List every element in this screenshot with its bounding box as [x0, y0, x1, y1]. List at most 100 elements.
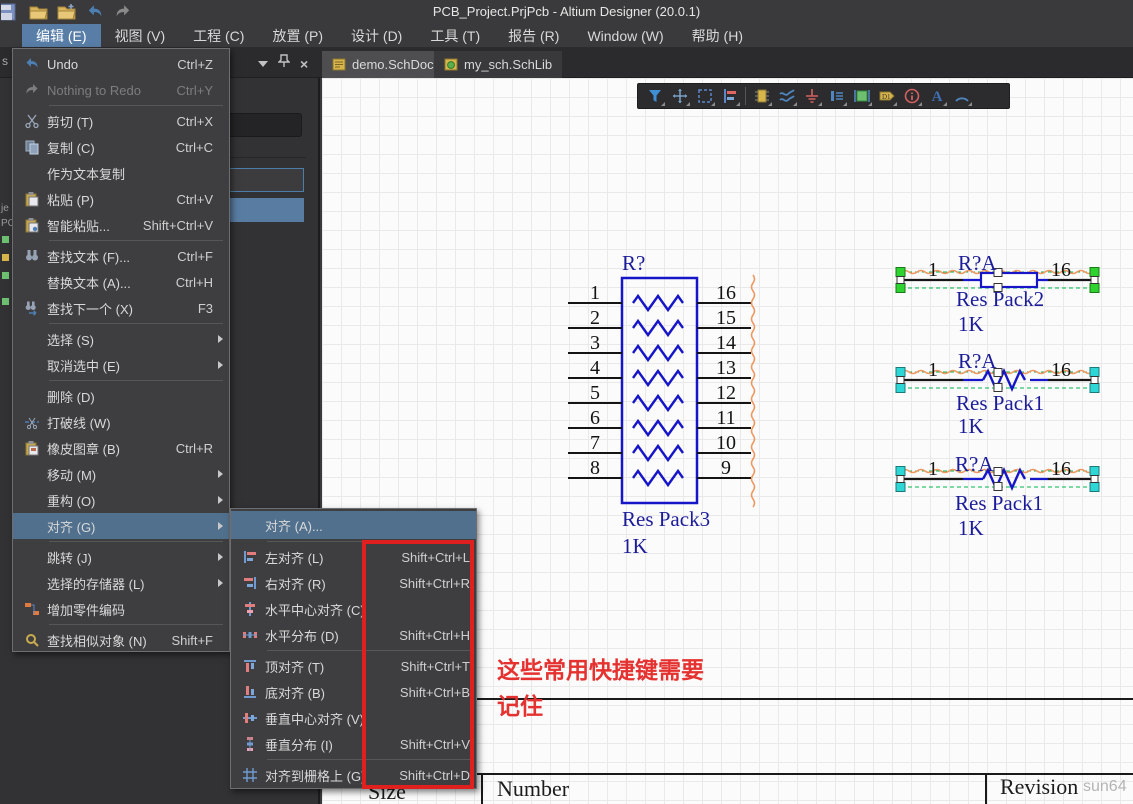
menu-item-move[interactable]: 移动 (M) — [13, 461, 229, 487]
component-designator[interactable]: R?A — [955, 452, 994, 477]
menu-separator — [49, 323, 223, 324]
tab-label: demo.SchDoc * — [352, 57, 443, 72]
menu-item-replace-text[interactable]: 替换文本 (A)... Ctrl+H — [13, 269, 229, 295]
filter-icon[interactable] — [642, 84, 667, 108]
menu-item-redo[interactable]: Nothing to Redo Ctrl+Y — [13, 77, 229, 103]
menubar-view[interactable]: 视图 (V) — [101, 24, 180, 47]
menubar-help[interactable]: 帮助 (H) — [678, 24, 757, 47]
window-title: PCB_Project.PrjPcb - Altium Designer (20… — [432, 4, 701, 19]
menu-item-select[interactable]: 选择 (S) — [13, 326, 229, 352]
panel-edge-fragment: je — [1, 203, 9, 214]
panel-menu-icon[interactable] — [258, 60, 268, 67]
menu-item-refactor[interactable]: 重构 (O) — [13, 487, 229, 513]
menu-item-copy-as-text[interactable]: 作为文本复制 — [13, 160, 229, 186]
panel-close-icon[interactable]: × — [300, 57, 308, 71]
menu-item-increment-part-number[interactable]: 增加零件编码 — [13, 596, 229, 622]
place-power-port-icon[interactable] — [799, 84, 824, 108]
place-text-icon[interactable]: A — [924, 84, 949, 108]
align-top-icon — [235, 658, 265, 674]
paste-icon — [17, 191, 47, 207]
menu-separator — [49, 380, 223, 381]
component-comment[interactable]: Res Pack1 — [956, 391, 1044, 416]
respack3-resistors — [632, 293, 684, 488]
menu-item-break-wire[interactable]: 打破线 (W) — [13, 409, 229, 435]
menu-item-undo[interactable]: Undo Ctrl+Z — [13, 51, 229, 77]
svg-text:8: 8 — [590, 457, 600, 479]
document-icon — [2, 298, 9, 305]
component-value[interactable]: 1K — [958, 516, 984, 541]
svg-text:10: 10 — [716, 432, 736, 454]
svg-text:A: A — [931, 89, 942, 105]
svg-text:D1: D1 — [882, 93, 891, 101]
place-part-icon[interactable] — [749, 84, 774, 108]
menu-item-find-next[interactable]: 查找下一个 (X) F3 — [13, 295, 229, 321]
panel-pin-icon[interactable] — [277, 54, 291, 73]
place-no-erc-icon[interactable] — [899, 84, 924, 108]
align-left-icon — [235, 549, 265, 565]
place-arc-icon[interactable] — [949, 84, 974, 108]
place-part-body-icon[interactable] — [849, 84, 874, 108]
place-wire-icon[interactable] — [774, 84, 799, 108]
component-value[interactable]: 1K — [958, 312, 984, 337]
menu-item-cut[interactable]: 剪切 (T) Ctrl+X — [13, 108, 229, 134]
component-designator[interactable]: R?A — [958, 349, 997, 374]
menubar-place[interactable]: 放置 (P) — [258, 24, 337, 47]
annotation-highlight-rectangle — [362, 540, 474, 789]
menu-item-find-similar-objects[interactable]: 查找相似对象 (N) Shift+F — [13, 627, 229, 653]
pin-number-left: 1 — [928, 359, 938, 381]
menu-item-align[interactable]: 对齐 (G) — [13, 513, 229, 539]
align-hcenter-icon — [235, 601, 265, 617]
component-comment[interactable]: Res Pack1 — [955, 491, 1043, 516]
menubar-reports[interactable]: 报告 (R) — [494, 24, 573, 47]
title-block-number-label: Number — [497, 776, 570, 801]
menubar-project[interactable]: 工程 (C) — [179, 24, 258, 47]
title-block-divider-2 — [985, 773, 987, 804]
respack3-designator: R? — [622, 251, 645, 275]
error-squiggle — [750, 274, 756, 508]
menu-separator — [49, 541, 223, 542]
place-net-label-icon[interactable]: D1 — [874, 84, 899, 108]
submenu-arrow-icon — [213, 361, 223, 369]
menu-item-delete[interactable]: 删除 (D) — [13, 383, 229, 409]
svg-text:6: 6 — [590, 407, 600, 429]
document-icon — [2, 236, 9, 243]
title-block-divider-1 — [481, 773, 483, 804]
menu-item-selection-memory[interactable]: 选择的存储器 (L) — [13, 570, 229, 596]
tab-demo-schdoc[interactable]: demo.SchDoc * — [322, 51, 453, 78]
move-icon[interactable] — [667, 84, 692, 108]
menu-item-smart-paste[interactable]: 智能粘贴... Shift+Ctrl+V — [13, 212, 229, 238]
menubar-window[interactable]: Window (W) — [573, 24, 677, 47]
respack3-pin-numbers: 1 2 3 4 5 6 7 8 16 15 14 13 12 11 10 9 — [590, 282, 736, 479]
menu-item-jump[interactable]: 跳转 (J) — [13, 544, 229, 570]
menu-item-align-dialog[interactable]: 对齐 (A)... — [231, 511, 476, 539]
find-similar-icon — [17, 632, 47, 648]
menu-separator — [49, 105, 223, 106]
component-value[interactable]: 1K — [958, 414, 984, 439]
svg-text:15: 15 — [716, 307, 736, 329]
tab-my-sch-schlib[interactable]: my_sch.SchLib — [434, 51, 563, 78]
menu-item-paste[interactable]: 粘贴 (P) Ctrl+V — [13, 186, 229, 212]
svg-text:1: 1 — [590, 282, 600, 304]
place-pin-icon[interactable] — [824, 84, 849, 108]
menu-item-copy[interactable]: 复制 (C) Ctrl+C — [13, 134, 229, 160]
menubar-tools[interactable]: 工具 (T) — [416, 24, 494, 47]
select-area-icon[interactable] — [692, 84, 717, 108]
svg-text:4: 4 — [590, 357, 600, 379]
increment-part-icon — [17, 601, 47, 617]
menubar-design[interactable]: 设计 (D) — [337, 24, 416, 47]
component-res-pack3[interactable]: R? 1 2 3 4 5 6 7 8 16 15 14 13 12 11 10 … — [560, 250, 770, 562]
component-comment[interactable]: Res Pack2 — [956, 287, 1044, 312]
menu-item-find-text[interactable]: 查找文本 (F)... Ctrl+F — [13, 243, 229, 269]
component-designator[interactable]: R?A — [958, 251, 997, 276]
menu-item-rubber-stamp[interactable]: 橡皮图章 (B) Ctrl+R — [13, 435, 229, 461]
menubar-edit[interactable]: 编辑 (E) — [22, 24, 101, 47]
align-bottom-icon — [235, 684, 265, 700]
smart-paste-icon — [17, 217, 47, 233]
menu-item-deselect[interactable]: 取消选中 (E) — [13, 352, 229, 378]
pin-number-right: 16 — [1051, 359, 1071, 381]
submenu-arrow-icon — [213, 553, 223, 561]
annotation-line1: 这些常用快捷键需要 — [497, 657, 704, 683]
align-icon[interactable] — [717, 84, 742, 108]
menu-separator — [49, 240, 223, 241]
svg-text:3: 3 — [590, 332, 600, 354]
